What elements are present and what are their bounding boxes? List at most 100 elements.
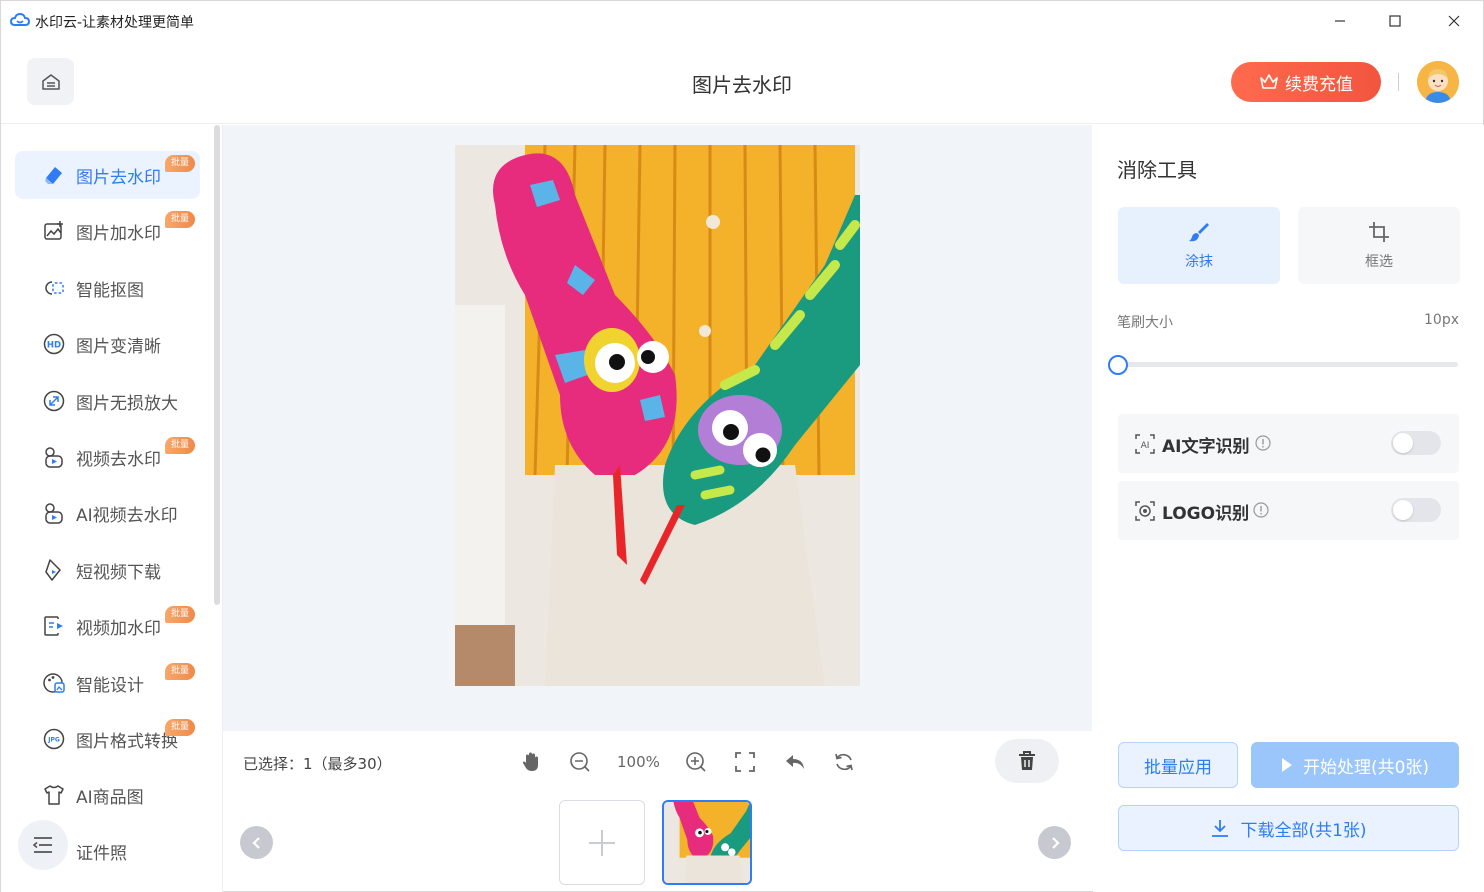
sidebar-item-label: 图片格式转换 <box>76 731 178 752</box>
crown-icon <box>1260 74 1278 89</box>
thumbnails-prev-button[interactable] <box>240 826 273 859</box>
hand-tool-button[interactable] <box>518 749 544 775</box>
batch-badge: 批量 <box>165 437 196 454</box>
ai-text-recognition-toggle[interactable] <box>1391 431 1441 455</box>
preview-image <box>455 145 860 686</box>
brush-size-label: 笔刷大小 <box>1117 315 1173 331</box>
brush-size-slider-handle[interactable] <box>1108 355 1128 375</box>
sidebar-item-image-add-watermark[interactable]: 图片加水印 批量 <box>15 207 200 255</box>
sidebar-item-label: 视频加水印 <box>76 618 161 639</box>
batch-badge: 批量 <box>165 155 196 172</box>
zoom-out-button[interactable] <box>567 749 593 775</box>
sidebar-item-label: 图片去水印 <box>76 167 161 188</box>
recharge-button[interactable]: 续费充值 <box>1231 62 1381 102</box>
thumbnails-next-button[interactable] <box>1038 826 1071 859</box>
sidebar-item-ai-video-watermark-removal[interactable]: AI视频去水印 <box>15 489 200 537</box>
sidebar-item-label: 视频去水印 <box>76 449 161 470</box>
download-icon <box>1212 820 1229 837</box>
play-icon <box>1281 758 1292 772</box>
zoom-in-button[interactable] <box>683 749 709 775</box>
smear-tool-button[interactable]: 涂抹 <box>1118 207 1280 284</box>
svg-text:HD: HD <box>47 341 61 351</box>
recharge-label: 续费充值 <box>1285 74 1353 95</box>
menu-collapse-icon <box>33 837 52 853</box>
thumbnail-strip <box>223 793 1092 892</box>
brush-size-value: 10px <box>1424 312 1459 328</box>
refresh-icon <box>835 753 853 771</box>
batch-badge: 批量 <box>165 606 196 623</box>
video-download-icon <box>42 558 66 582</box>
batch-badge: 批量 <box>165 211 196 228</box>
sidebar-item-label: 图片变清晰 <box>76 336 161 357</box>
sidebar-item-label: 智能抠图 <box>76 280 144 301</box>
header: 图片去水印 续费充值 <box>1 41 1483 124</box>
selected-count: 已选择：1（最多30） <box>243 755 392 773</box>
maximize-button[interactable] <box>1380 9 1410 33</box>
design-icon <box>42 671 66 695</box>
brush-icon <box>1189 222 1209 241</box>
collapse-menu-button[interactable] <box>18 820 68 870</box>
batch-apply-button[interactable]: 批量应用 <box>1118 742 1238 788</box>
smear-tool-label: 涂抹 <box>1185 253 1213 270</box>
app-window: 水印云-让素材处理更简单 图片去水印 续费充值 图片去水印 批量 图片加水印 批… <box>0 0 1484 892</box>
sidebar-item-label: 证件照 <box>76 843 127 864</box>
trash-icon <box>1019 751 1035 770</box>
info-icon[interactable] <box>1253 502 1269 518</box>
panel-title: 消除工具 <box>1117 158 1197 182</box>
sidebar-item-video-add-watermark[interactable]: 视频加水印 批量 <box>15 602 200 650</box>
window-title: 水印云-让素材处理更简单 <box>35 15 195 31</box>
image-canvas[interactable] <box>223 125 1092 731</box>
reset-button[interactable] <box>831 749 857 775</box>
info-icon[interactable] <box>1255 435 1271 451</box>
svg-text:AI: AI <box>1141 441 1150 451</box>
plus-icon <box>589 829 615 856</box>
fullscreen-button[interactable] <box>732 749 758 775</box>
sidebar-item-lossless-enlarge[interactable]: 图片无损放大 <box>15 377 200 425</box>
add-image-button[interactable] <box>559 800 645 885</box>
hd-icon: HD <box>42 332 66 356</box>
tshirt-icon <box>42 783 66 807</box>
logo-scan-icon <box>1134 500 1156 522</box>
delete-image-button[interactable] <box>995 739 1059 783</box>
start-process-label: 开始处理(共0张) <box>1302 757 1430 778</box>
sidebar-item-video-watermark-removal[interactable]: 视频去水印 批量 <box>15 433 200 481</box>
canvas-toolbar: 已选择：1（最多30） 100% <box>223 731 1092 793</box>
minimize-button[interactable] <box>1325 9 1355 33</box>
enlarge-icon <box>42 389 66 413</box>
crop-icon <box>1369 221 1389 242</box>
sidebar-item-label: 智能设计 <box>76 675 144 696</box>
start-process-button[interactable]: 开始处理(共0张) <box>1251 742 1459 788</box>
sidebar-item-image-watermark-removal[interactable]: 图片去水印 批量 <box>15 151 200 199</box>
tool-panel: 消除工具 涂抹 框选 笔刷大小 10px AI AI文字识别 LOGO识别 批量… <box>1093 125 1484 892</box>
sidebar-item-smart-cutout[interactable]: 智能抠图 <box>15 264 200 312</box>
download-all-button[interactable]: 下载全部(共1张) <box>1118 805 1459 851</box>
logo-recognition-toggle[interactable] <box>1391 498 1441 522</box>
undo-button[interactable] <box>782 749 808 775</box>
close-button[interactable] <box>1439 9 1469 33</box>
sidebar-item-short-video-download[interactable]: 短视频下载 <box>15 546 200 594</box>
batch-apply-label: 批量应用 <box>1144 757 1212 778</box>
sidebar-item-label: 图片无损放大 <box>76 393 178 414</box>
fullscreen-icon <box>735 752 755 772</box>
brush-size-slider[interactable] <box>1117 362 1458 367</box>
maximize-icon <box>1389 15 1401 27</box>
sidebar-item-label: 短视频下载 <box>76 562 161 583</box>
avatar[interactable] <box>1417 61 1459 103</box>
image-add-icon <box>42 219 66 243</box>
image-thumbnail[interactable] <box>662 800 752 885</box>
ai-video-icon <box>42 501 66 525</box>
close-icon <box>1448 15 1460 27</box>
title-bar: 水印云-让素材处理更简单 <box>1 1 1483 41</box>
minimize-icon <box>1335 20 1345 22</box>
batch-badge: 批量 <box>165 719 196 736</box>
sidebar-scrollbar[interactable] <box>214 125 220 605</box>
box-select-tool-button[interactable]: 框选 <box>1298 207 1460 284</box>
sidebar-item-image-format-convert[interactable]: JPG 图片格式转换 批量 <box>15 715 200 763</box>
sidebar-item-smart-design[interactable]: 智能设计 批量 <box>15 659 200 707</box>
sidebar-item-image-sharpen[interactable]: HD 图片变清晰 <box>15 320 200 368</box>
eraser-icon <box>42 163 66 187</box>
sidebar-item-ai-product-image[interactable]: AI商品图 <box>15 771 200 819</box>
zoom-out-icon <box>570 752 590 772</box>
ai-text-recognition-label: AI文字识别 <box>1162 437 1250 457</box>
jpg-convert-icon: JPG <box>42 727 66 751</box>
